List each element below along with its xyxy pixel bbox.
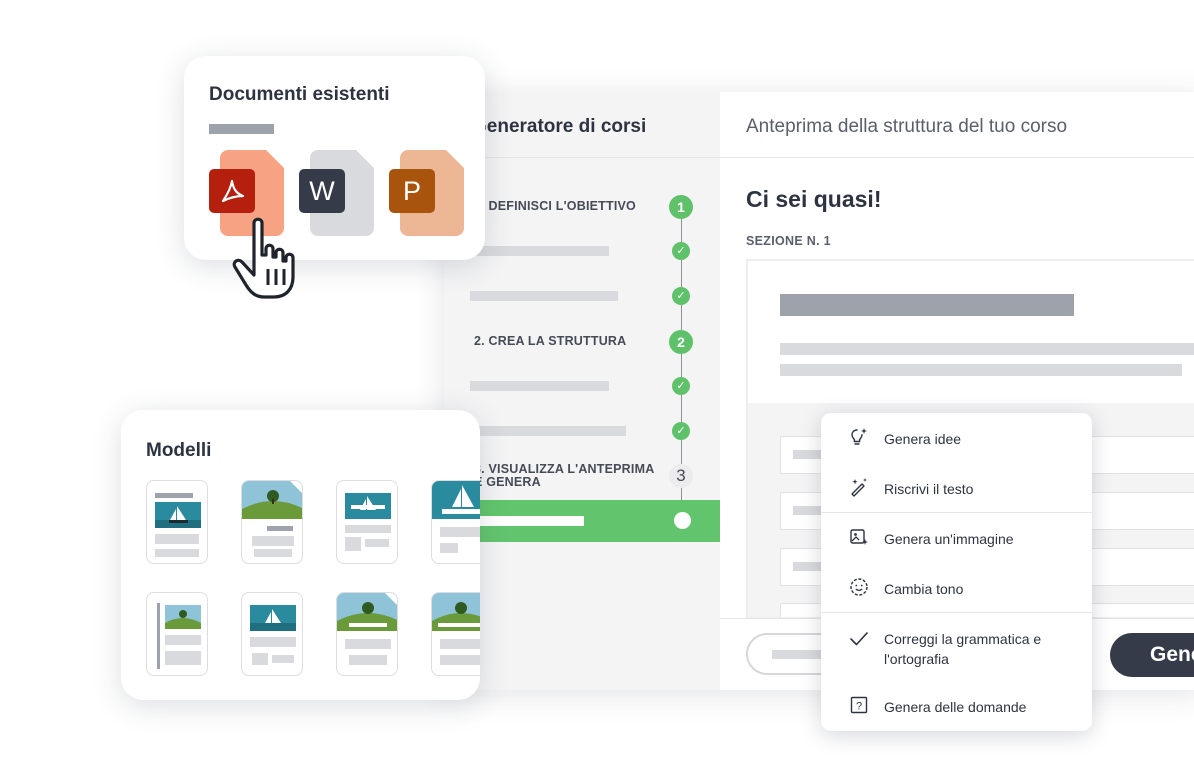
menu-item-fix-grammar[interactable]: Correggi la grammatica e l'ortografia (821, 613, 1092, 677)
svg-text:?: ? (856, 701, 862, 713)
preview-header-title: Anteprima della struttura del tuo corso (746, 116, 1068, 137)
step-connector (681, 488, 682, 500)
menu-item-label: Genera idee (884, 431, 962, 447)
step-2-label[interactable]: 2. CREA LA STRUTTURA (474, 335, 626, 348)
question-box-icon: ? (850, 696, 868, 714)
check-icon: ✓ (672, 242, 690, 260)
template-thumbnail[interactable] (336, 592, 398, 676)
step-3-label[interactable]: 3. VISUALIZZA L'ANTEPRIMA E GENERA (474, 463, 664, 489)
menu-item-label: Genera delle domande (884, 699, 1027, 715)
active-step-node (674, 512, 691, 529)
step-3-node[interactable]: 3 (669, 464, 693, 488)
step-1-node[interactable]: 1 (669, 195, 693, 219)
template-thumbnail[interactable] (336, 480, 398, 564)
active-substep[interactable] (444, 500, 720, 542)
templates-title: Modelli (146, 440, 212, 461)
template-thumbnail[interactable] (241, 480, 303, 564)
template-thumbnail[interactable] (431, 592, 480, 676)
template-thumbnail[interactable] (241, 592, 303, 676)
substep-placeholder[interactable] (474, 426, 626, 436)
step-connector (681, 440, 682, 464)
preview-header: Anteprima della struttura del tuo corso (720, 92, 1194, 158)
existing-documents-title: Documenti esistenti (209, 84, 390, 105)
step-connector (681, 260, 682, 287)
page-title: Ci sei quasi! (746, 186, 882, 212)
substep-placeholder[interactable] (470, 381, 609, 391)
text-placeholder (780, 343, 1194, 355)
sidebar-header: Generatore di corsi (444, 92, 720, 158)
menu-item-label: Correggi la grammatica e l'ortografia (884, 631, 1042, 667)
menu-item-rewrite-text[interactable]: Riscrivi il testo (821, 463, 1092, 511)
ai-assistant-menu: Genera idee Riscrivi il testo Genera un'… (821, 413, 1092, 731)
smiley-icon (850, 578, 868, 596)
section-label: SEZIONE N. 1 (746, 234, 831, 248)
step-2-node[interactable]: 2 (669, 330, 693, 354)
title-underline (209, 124, 274, 134)
menu-item-generate-questions[interactable]: ? Genera delle domande (821, 681, 1092, 729)
magic-wand-icon (851, 478, 867, 497)
sidebar-title: Generatore di corsi (472, 116, 647, 137)
substep-placeholder[interactable] (474, 246, 609, 256)
menu-item-label: Cambia tono (884, 581, 964, 597)
step-connector (681, 219, 682, 243)
step-connector (681, 305, 682, 330)
powerpoint-icon: P (389, 169, 435, 213)
menu-item-generate-ideas[interactable]: Genera idee (821, 413, 1092, 461)
step-connector (681, 354, 682, 377)
word-icon: W (299, 169, 345, 213)
step-1-label[interactable]: 1. DEFINISCI L'OBIETTIVO (474, 200, 636, 213)
check-icon: ✓ (672, 422, 690, 440)
image-sparkle-icon (850, 529, 868, 545)
section-title-placeholder[interactable] (780, 294, 1074, 316)
lightbulb-sparkle-icon (851, 428, 867, 445)
checkmark-icon (850, 632, 868, 646)
menu-item-generate-image[interactable]: Genera un'immagine (821, 513, 1092, 561)
text-placeholder (780, 364, 1182, 376)
menu-item-label: Genera un'immagine (884, 531, 1014, 547)
templates-card: Modelli (121, 410, 480, 700)
generate-button[interactable]: Genera (1110, 633, 1194, 677)
template-thumbnail[interactable] (146, 480, 208, 564)
step-connector (681, 395, 682, 422)
template-thumbnail[interactable] (146, 592, 208, 676)
substep-placeholder[interactable] (470, 291, 618, 301)
pdf-icon (209, 169, 255, 213)
menu-item-label: Riscrivi il testo (884, 481, 974, 497)
hand-pointer-icon (232, 217, 295, 299)
menu-item-change-tone[interactable]: Cambia tono (821, 563, 1092, 611)
steps-sidebar: Generatore di corsi 1. DEFINISCI L'OBIET… (444, 92, 720, 690)
template-thumbnail[interactable] (431, 480, 480, 564)
active-substep-placeholder (480, 516, 584, 526)
check-icon: ✓ (672, 377, 690, 395)
check-icon: ✓ (672, 287, 690, 305)
